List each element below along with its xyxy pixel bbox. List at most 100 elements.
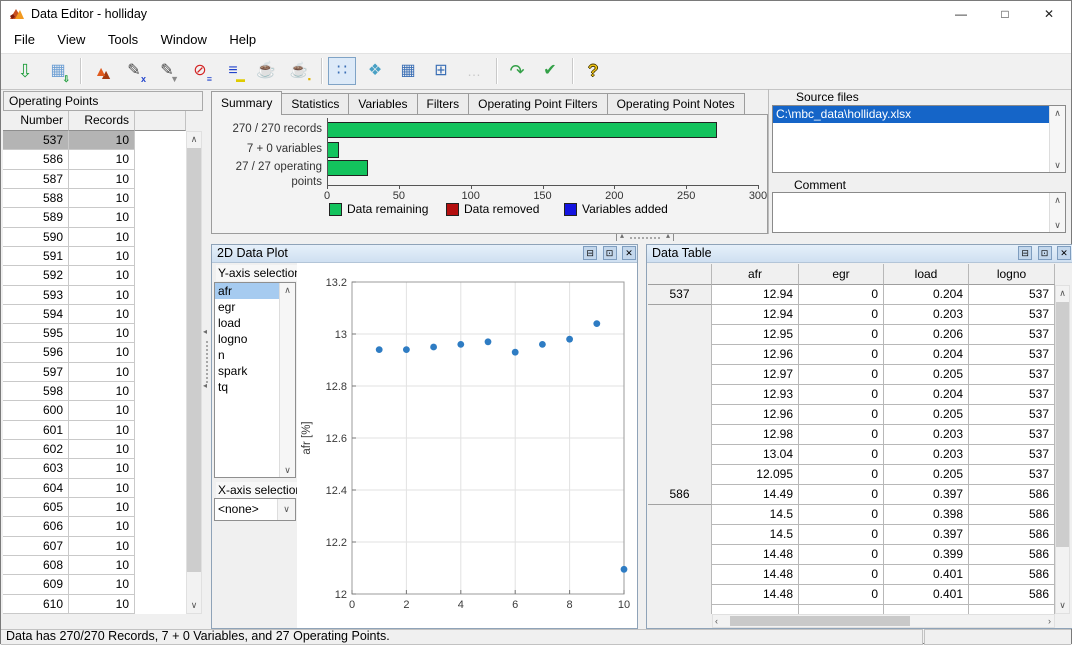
data-table-cell[interactable]: 0	[799, 545, 884, 565]
data-table-cell[interactable]: 0.205	[884, 405, 969, 425]
scroll-thumb[interactable]	[730, 616, 910, 626]
data-table-cell[interactable]: 0	[799, 525, 884, 545]
comment-input[interactable]: ∧ ∨	[772, 192, 1066, 233]
scroll-right-icon[interactable]: ›	[1048, 615, 1051, 627]
y-axis-option-tq[interactable]: tq	[215, 379, 280, 395]
export-data-button[interactable]: ↷	[503, 57, 531, 85]
data-table-cell[interactable]: 586	[969, 565, 1055, 585]
operating-point-row[interactable]: 53710	[3, 131, 186, 150]
y-axis-option-logno[interactable]: logno	[215, 331, 280, 347]
data-table-cell[interactable]: 12.94	[712, 305, 799, 325]
data-table-cell[interactable]: 0.203	[884, 305, 969, 325]
data-table-cell[interactable]: 537	[969, 305, 1055, 325]
storage-button[interactable]: ☕	[252, 57, 280, 85]
operating-point-row[interactable]: 60510	[3, 498, 186, 517]
merge-data-button[interactable]: ▲	[87, 57, 115, 85]
plot-3d-view-button[interactable]: ❖	[361, 57, 389, 85]
import-workspace-button[interactable]: ▦⇩	[44, 57, 72, 85]
operating-point-row[interactable]: 58910	[3, 208, 186, 227]
comment-scrollbar[interactable]: ∧ ∨	[1049, 193, 1065, 232]
operating-point-row[interactable]: 59010	[3, 228, 186, 247]
operating-point-row[interactable]: 59210	[3, 266, 186, 285]
data-table-cell[interactable]: 14.5	[712, 525, 799, 545]
data-table-cell[interactable]	[969, 605, 1055, 614]
panel-restore-icon[interactable]: ⊟	[583, 246, 597, 260]
tab-filters[interactable]: Filters	[417, 93, 469, 115]
test-groupings-button[interactable]: ≡▬	[219, 57, 247, 85]
data-table-cell[interactable]: 586	[969, 545, 1055, 565]
notes-view-button[interactable]: …	[460, 57, 488, 85]
data-table-cell[interactable]: 0.401	[884, 585, 969, 605]
data-table-cell[interactable]: 14.5	[712, 505, 799, 525]
data-table-cell[interactable]: 0	[799, 585, 884, 605]
data-table-cell[interactable]: 0	[799, 365, 884, 385]
operating-point-row[interactable]: 60210	[3, 440, 186, 459]
data-table-cell[interactable]: 537	[969, 385, 1055, 405]
data-table-cell[interactable]: 537	[969, 405, 1055, 425]
tab-summary[interactable]: Summary	[211, 91, 282, 115]
data-table-vertical-scrollbar[interactable]: ∧ ∨	[1055, 285, 1070, 614]
panel-close-icon[interactable]: ✕	[1057, 246, 1071, 260]
data-table-cell[interactable]: 0.397	[884, 485, 969, 505]
data-table-cell[interactable]: 14.49	[712, 485, 799, 505]
scroll-left-icon[interactable]: ‹	[715, 615, 718, 627]
data-table-cell[interactable]: 0	[799, 405, 884, 425]
y-axis-option-afr[interactable]: afr	[215, 283, 280, 299]
splitter-collapse-up-icon[interactable]: ▴	[666, 231, 670, 240]
data-table-cell[interactable]: 14.48	[712, 545, 799, 565]
data-table-horizontal-scrollbar[interactable]: ‹ ›	[712, 614, 1055, 628]
data-table-cell[interactable]	[799, 605, 884, 614]
scroll-up-icon[interactable]: ∧	[187, 132, 201, 147]
data-table-cell[interactable]: 0.205	[884, 465, 969, 485]
operating-point-row[interactable]: 59610	[3, 343, 186, 362]
data-table-cell[interactable]: 12.95	[712, 325, 799, 345]
data-table-cell[interactable]: 14.48	[712, 585, 799, 605]
operating-point-row[interactable]: 60810	[3, 556, 186, 575]
data-table-cell[interactable]: 12.97	[712, 365, 799, 385]
data-table-cell[interactable]: 12.96	[712, 345, 799, 365]
data-table-cell[interactable]: 0	[799, 565, 884, 585]
operating-point-row[interactable]: 60710	[3, 537, 186, 556]
operating-points-scrollbar[interactable]: ∧ ∨	[186, 131, 202, 614]
accept-button[interactable]: ✔	[536, 57, 564, 85]
data-table-cell[interactable]: 12.96	[712, 405, 799, 425]
scroll-down-icon[interactable]: ∨	[1056, 598, 1069, 613]
data-table-cell[interactable]: 12.94	[712, 285, 799, 305]
data-table-cell[interactable]	[884, 605, 969, 614]
data-table-cell[interactable]: 14.48	[712, 565, 799, 585]
operating-point-row[interactable]: 60910	[3, 575, 186, 594]
bad-data-removal-button[interactable]: ⊘≡	[186, 57, 214, 85]
vertical-splitter[interactable]: ◂ ◂	[204, 89, 210, 629]
maximize-button[interactable]: □	[983, 1, 1027, 27]
scatter-view-button[interactable]: ∷	[328, 57, 356, 85]
chevron-down-icon[interactable]: ∨	[277, 499, 295, 520]
data-table-cell[interactable]: 0.203	[884, 425, 969, 445]
data-table-cell[interactable]: 0.204	[884, 385, 969, 405]
column-header-number[interactable]: Number	[3, 111, 69, 131]
data-table-cell[interactable]: 0.203	[884, 445, 969, 465]
data-table-cell[interactable]: 586	[969, 485, 1055, 505]
operating-point-row[interactable]: 61010	[3, 595, 186, 614]
panel-dock-icon[interactable]: ⊡	[1038, 246, 1052, 260]
data-table-cell[interactable]: 13.04	[712, 445, 799, 465]
operating-point-row[interactable]: 60610	[3, 517, 186, 536]
data-table-cell[interactable]: 0	[799, 325, 884, 345]
scroll-up-icon[interactable]: ∧	[1056, 286, 1069, 301]
data-table-cell[interactable]: 0.204	[884, 285, 969, 305]
tab-variables[interactable]: Variables	[348, 93, 416, 115]
horizontal-splitter[interactable]: ▴ ▴	[616, 233, 674, 242]
source-files-scrollbar[interactable]: ∧ ∨	[1049, 106, 1065, 172]
data-table-cell[interactable]: 0.205	[884, 365, 969, 385]
data-table-cell[interactable]: 0	[799, 385, 884, 405]
data-table-cell[interactable]	[712, 605, 799, 614]
scroll-up-icon[interactable]: ∧	[1050, 193, 1065, 207]
scroll-thumb[interactable]	[1056, 302, 1069, 547]
operating-point-row[interactable]: 59710	[3, 363, 186, 382]
data-table-cell[interactable]: 537	[969, 325, 1055, 345]
data-table-group-label[interactable]: 537	[648, 285, 712, 305]
help-button[interactable]: ?	[579, 57, 607, 85]
data-table-cell[interactable]: 537	[969, 425, 1055, 445]
menu-help[interactable]: Help	[220, 27, 265, 52]
data-table-cell[interactable]: 0.204	[884, 345, 969, 365]
menu-view[interactable]: View	[48, 27, 94, 52]
